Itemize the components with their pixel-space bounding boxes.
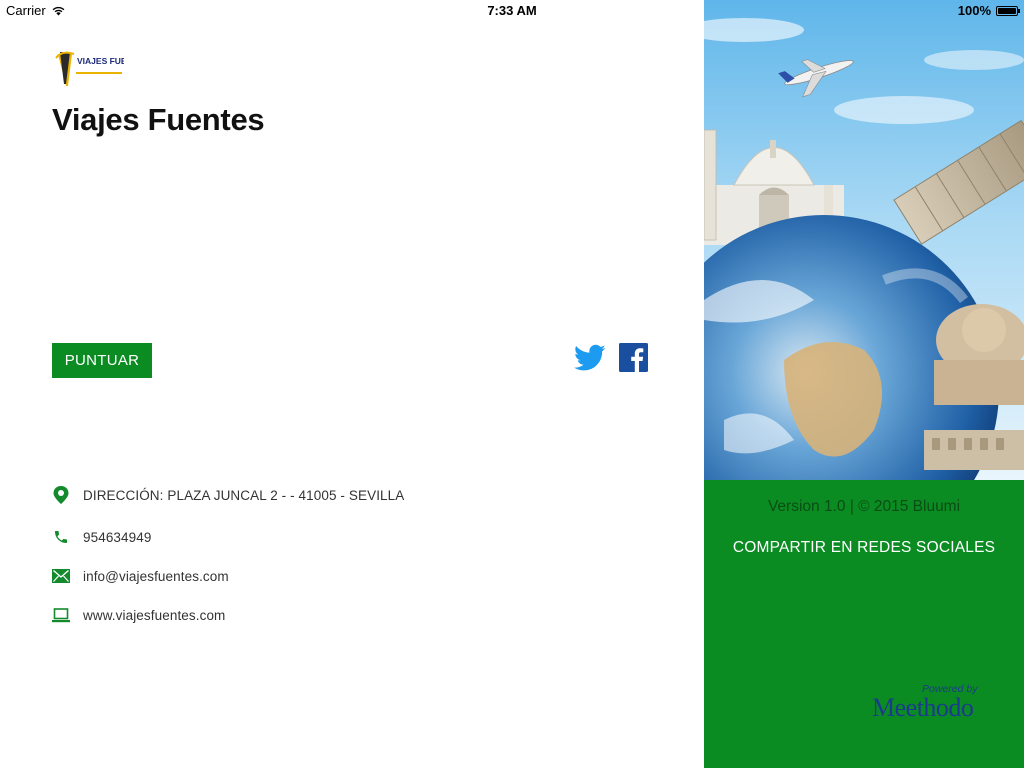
twitter-icon[interactable] xyxy=(574,344,606,372)
side-panel: Version 1.0 | © 2015 Bluumi COMPARTIR EN… xyxy=(704,0,1024,768)
address-text: DIRECCIÓN: PLAZA JUNCAL 2 - - 41005 - SE… xyxy=(83,487,405,503)
website-text[interactable]: www.viajesfuentes.com xyxy=(83,608,225,623)
share-social-button[interactable]: COMPARTIR EN REDES SOCIALES xyxy=(704,539,1024,557)
email-row[interactable]: info@viajesfuentes.com xyxy=(52,566,229,586)
battery-percent: 100% xyxy=(957,3,991,18)
powered-by-logo: Powered by Meethodo xyxy=(872,680,988,724)
brand-name: Meethodo xyxy=(872,693,974,722)
address-row: DIRECCIÓN: PLAZA JUNCAL 2 - - 41005 - SE… xyxy=(52,485,404,505)
phone-icon xyxy=(52,528,70,546)
svg-text:VIAJES FUENTES: VIAJES FUENTES xyxy=(77,56,124,66)
status-right: 100% xyxy=(957,3,1020,18)
laptop-icon xyxy=(52,606,70,624)
website-row[interactable]: www.viajesfuentes.com xyxy=(52,605,225,625)
status-time: 7:33 AM xyxy=(487,3,537,18)
travel-hero-image xyxy=(704,0,1024,480)
email-icon xyxy=(52,567,70,585)
company-logo: VIAJES FUENTES xyxy=(52,44,150,90)
version-text: Version 1.0 | © 2015 Bluumi xyxy=(767,498,961,515)
panel-footer xyxy=(704,480,1024,768)
phone-text[interactable]: 954634949 xyxy=(83,530,151,545)
status-bar: Carrier 7:33 AM 100% xyxy=(0,0,1024,20)
page-title: Viajes Fuentes xyxy=(52,102,265,137)
phone-row[interactable]: 954634949 xyxy=(52,527,151,547)
facebook-icon[interactable] xyxy=(619,343,648,372)
location-pin-icon xyxy=(52,486,70,504)
email-text[interactable]: info@viajesfuentes.com xyxy=(83,569,229,584)
battery-icon xyxy=(996,5,1020,16)
social-links xyxy=(574,343,648,372)
rate-button[interactable]: PUNTUAR xyxy=(52,343,152,378)
